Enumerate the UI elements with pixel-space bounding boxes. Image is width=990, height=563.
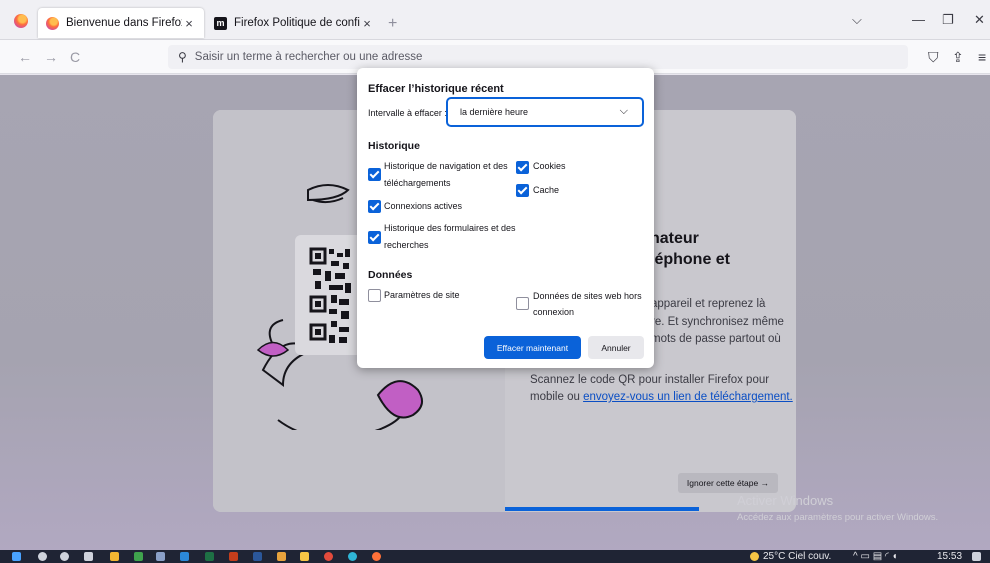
scan-prefix: mobile ou: [530, 391, 584, 403]
weather-icon: [750, 552, 759, 561]
back-icon[interactable]: ←: [18, 49, 32, 65]
interval-select[interactable]: la dernière heure ⌵: [446, 97, 644, 127]
checkbox-label: Paramètres de site: [384, 290, 460, 300]
checkbox-label: Connexions actives: [384, 201, 463, 211]
new-tab-icon[interactable]: +: [388, 15, 397, 33]
checkbox-label: Cookies: [533, 161, 566, 171]
clear-now-button[interactable]: Effacer maintenant: [484, 336, 581, 359]
checkbox-label: Données de sites web hors: [533, 291, 642, 301]
history-browsing-checkbox[interactable]: [368, 168, 381, 181]
site-settings-checkbox[interactable]: [368, 289, 381, 302]
checkbox-label: Cache: [533, 185, 560, 195]
scan-instruction: Scannez le code QR pour installer Firefo…: [530, 374, 770, 386]
search-icon: ⚲: [178, 50, 187, 64]
pocket-icon[interactable]: ⛉: [928, 49, 939, 66]
app-icon[interactable]: [277, 552, 286, 561]
data-section-title: Données: [368, 269, 413, 281]
history-section-title: Historique: [368, 140, 420, 152]
tab-close-icon[interactable]: ×: [360, 16, 374, 31]
powerpoint-icon[interactable]: [229, 552, 238, 561]
active-logins-checkbox[interactable]: [368, 200, 381, 213]
app-icon[interactable]: [156, 552, 165, 561]
clock[interactable]: 15:53: [937, 550, 962, 563]
task-view-icon[interactable]: [84, 552, 93, 561]
checkbox-label: connexion: [533, 307, 575, 317]
maximize-icon[interactable]: ❐: [942, 12, 954, 28]
scan-instruction-line2: mobile ou envoyez-vous un lien de téléch…: [530, 391, 793, 403]
weather-text[interactable]: 25°C Ciel couv.: [763, 550, 831, 563]
form-history-checkbox[interactable]: [368, 231, 381, 244]
url-bar-placeholder: Saisir un terme à rechercher ou une adre…: [194, 51, 423, 63]
app-icon[interactable]: [180, 552, 189, 561]
edge-icon[interactable]: [348, 552, 357, 561]
minimize-icon[interactable]: —: [912, 12, 925, 27]
windows-taskbar: 25°C Ciel couv. ^ ▭ ▤ ◜ ◖ 15:53: [0, 550, 990, 563]
reload-icon[interactable]: C: [70, 49, 80, 65]
tab-welcome[interactable]: Bienvenue dans Firefox ×: [38, 8, 204, 38]
send-download-link[interactable]: envoyez-vous un lien de téléchargement.: [583, 391, 793, 403]
mozilla-favicon-icon: m: [214, 16, 227, 30]
card-heading-line2: léphone et: [650, 251, 731, 268]
url-bar[interactable]: ⚲ Saisir un terme à rechercher ou une ad…: [168, 45, 908, 69]
cache-checkbox[interactable]: [516, 184, 529, 197]
offline-data-checkbox[interactable]: [516, 297, 529, 310]
file-explorer-icon[interactable]: [300, 552, 309, 561]
checkbox-label: Historique des formulaires et des: [384, 223, 516, 233]
tab-strip: Bienvenue dans Firefox × m Firefox Polit…: [0, 0, 990, 40]
firefox-view-icon[interactable]: [14, 14, 28, 28]
tab-close-icon[interactable]: ×: [182, 16, 196, 31]
search-icon[interactable]: [38, 552, 47, 561]
app-icon[interactable]: [110, 552, 119, 561]
share-icon[interactable]: ⇪: [952, 49, 964, 66]
start-icon[interactable]: [12, 552, 21, 561]
excel-icon[interactable]: [205, 552, 214, 561]
activation-watermark-subtitle: Accédez aux paramètres pour activer Wind…: [737, 512, 939, 523]
firefox-favicon-icon: [46, 16, 59, 30]
dialog-title: Effacer l’historique récent: [368, 83, 504, 95]
interval-label: Intervalle à effacer :: [368, 108, 447, 118]
forward-icon[interactable]: →: [44, 49, 58, 65]
checkbox-label: téléchargements: [384, 178, 451, 188]
chevron-down-icon: ⌵: [619, 105, 628, 117]
list-all-tabs-icon[interactable]: ⌵: [852, 12, 862, 28]
tab-privacy[interactable]: m Firefox Politique de confidentialité ×: [206, 8, 382, 38]
cortana-icon[interactable]: [60, 552, 69, 561]
cancel-button[interactable]: Annuler: [588, 336, 644, 359]
tab-title: Firefox Politique de confidentialité: [234, 17, 360, 29]
notifications-icon[interactable]: [972, 552, 981, 561]
app-icon[interactable]: [134, 552, 143, 561]
qr-code-icon: [309, 245, 354, 350]
card-body-line: re. Et synchronisez même: [651, 316, 784, 328]
activation-watermark-title: Activer Windows: [737, 493, 834, 508]
system-tray-icons[interactable]: ^ ▭ ▤ ◜ ◖: [853, 550, 898, 563]
checkbox-label: Historique de navigation et des: [384, 161, 508, 171]
tab-title: Bienvenue dans Firefox: [66, 17, 182, 29]
clear-history-dialog: Effacer l’historique récent Intervalle à…: [357, 68, 654, 368]
card-heading-line1: nateur: [650, 230, 699, 247]
chrome-icon[interactable]: [324, 552, 333, 561]
skip-step-button[interactable]: Ignorer cette étape →: [678, 473, 778, 493]
menu-icon[interactable]: ≡: [978, 49, 986, 65]
checkbox-label: recherches: [384, 240, 429, 250]
close-window-icon[interactable]: ✕: [974, 12, 985, 28]
cookies-checkbox[interactable]: [516, 161, 529, 174]
card-body-line: appareil et reprenez là: [651, 298, 766, 310]
onboarding-progress-bar: [505, 507, 699, 511]
firefox-taskbar-icon[interactable]: [372, 552, 381, 561]
card-body-line: mots de passe partout où: [651, 333, 781, 345]
interval-selected-value: la dernière heure: [460, 107, 529, 117]
word-icon[interactable]: [253, 552, 262, 561]
